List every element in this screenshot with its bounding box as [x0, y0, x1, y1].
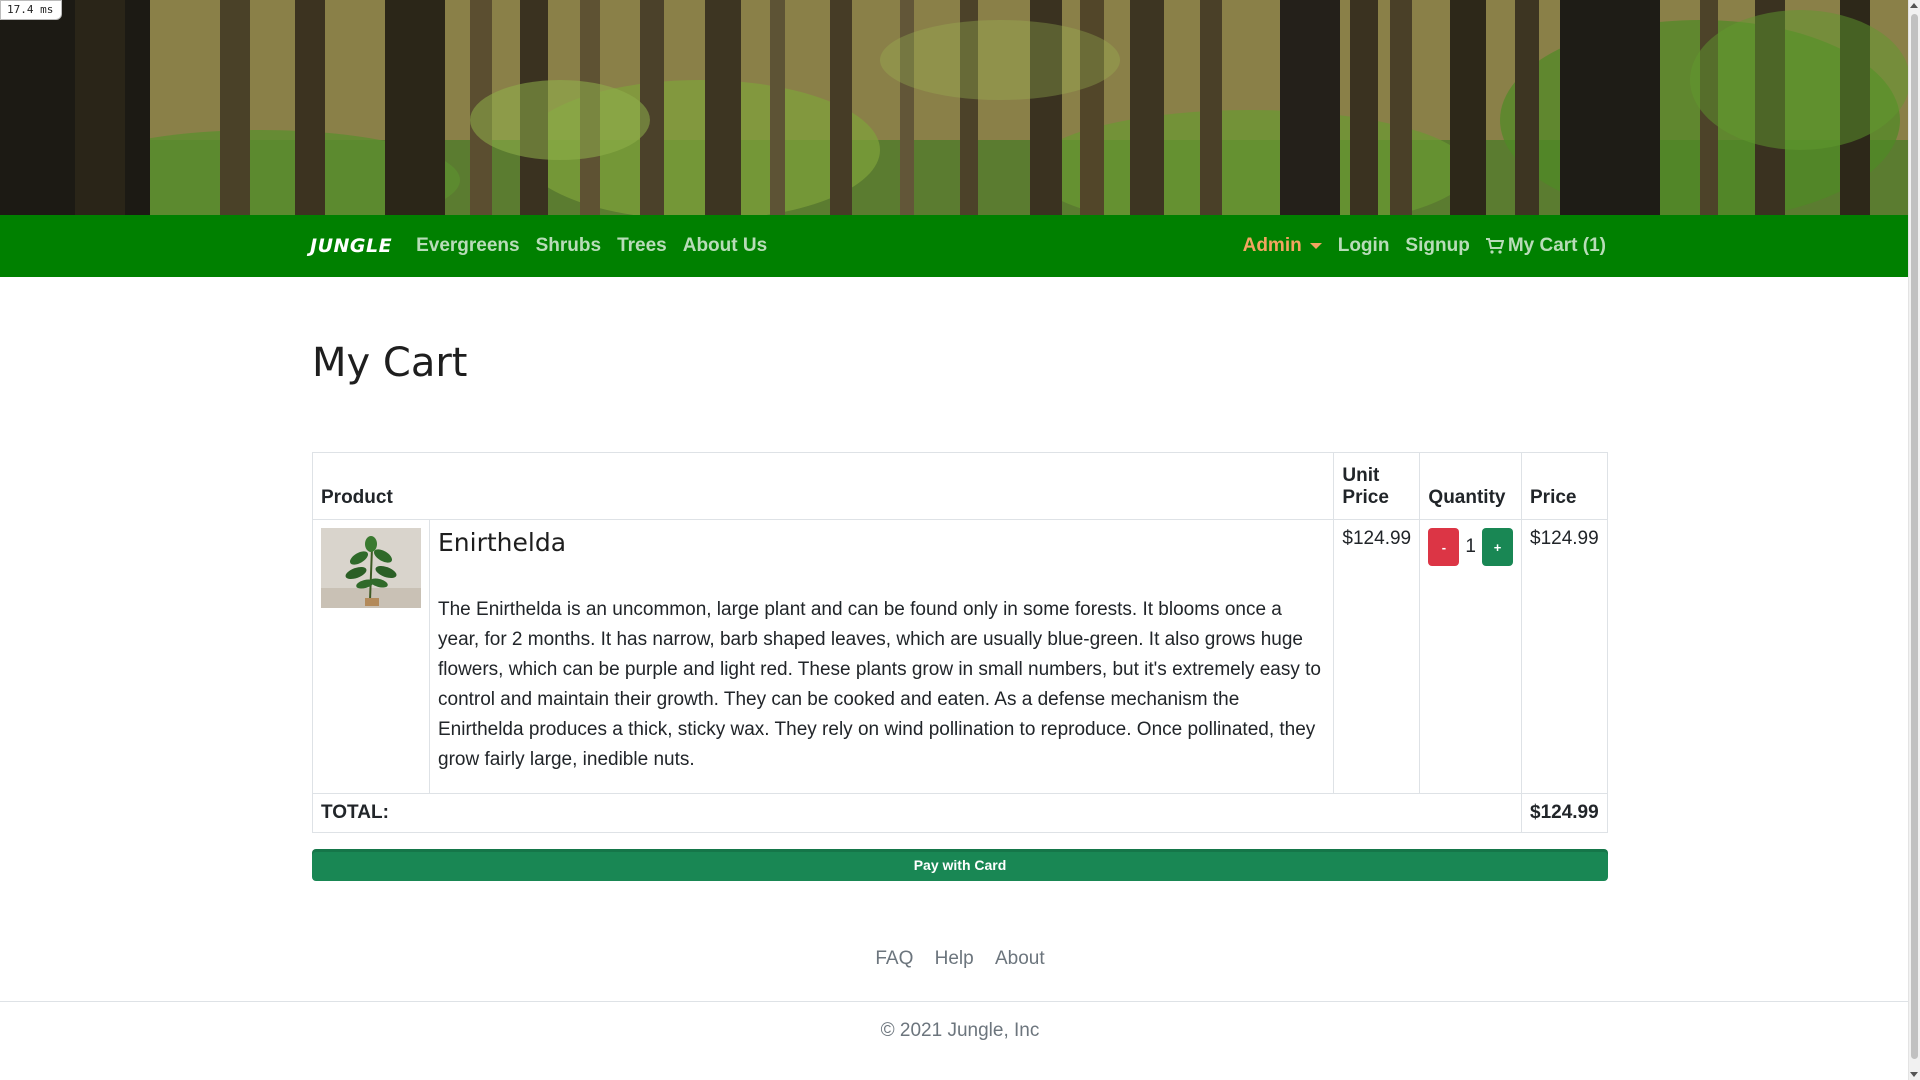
price-cell: $124.99: [1521, 519, 1608, 794]
nav-link-about-us[interactable]: About Us: [683, 235, 767, 257]
product-image[interactable]: [321, 528, 421, 608]
table-header-row: Product Unit Price Quantity Price: [311, 452, 1608, 520]
cart-icon: [1485, 238, 1504, 254]
nav-link-shrubs[interactable]: Shrubs: [536, 235, 601, 257]
nav-link-trees[interactable]: Trees: [617, 235, 667, 257]
brand-logo[interactable]: JUNGLE: [310, 235, 392, 257]
footer-divider: [0, 1001, 1908, 1002]
hero-banner: [0, 0, 1908, 215]
total-value: $124.99: [1521, 793, 1608, 833]
footer-link-help[interactable]: Help: [935, 948, 974, 969]
total-label: TOTAL:: [312, 793, 1522, 833]
forest-image: [0, 0, 1908, 215]
footer-links: FAQ Help About: [0, 948, 1920, 970]
scroll-up-icon[interactable]: [1910, 3, 1918, 8]
login-link[interactable]: Login: [1338, 235, 1390, 257]
chevron-down-icon: [1309, 243, 1322, 249]
unit-price-cell: $124.99: [1333, 519, 1421, 794]
main-content: My Cart Product Unit Price Quantity Pric…: [311, 340, 1608, 881]
my-cart-label: My Cart (1): [1507, 235, 1606, 256]
decrease-quantity-button[interactable]: -: [1428, 528, 1460, 566]
product-thumb-cell: [312, 519, 430, 794]
scrollbar-thumb[interactable]: [1911, 14, 1918, 1059]
render-timer: 17.4 ms: [0, 0, 62, 20]
header-price: Price: [1521, 452, 1608, 520]
vertical-scrollbar[interactable]: [1908, 0, 1920, 1080]
header-product: Product: [311, 452, 1335, 520]
product-name: Enirthelda: [438, 528, 567, 557]
header-quantity: Quantity: [1419, 452, 1522, 520]
table-row: Enirthelda The Enirthelda is an uncommon…: [312, 519, 1608, 794]
quantity-value: 1: [1465, 536, 1476, 557]
admin-dropdown[interactable]: Admin: [1243, 235, 1322, 257]
scroll-down-icon[interactable]: [1910, 1072, 1918, 1077]
header-unit-price: Unit Price: [1333, 452, 1421, 520]
quantity-stepper: - 1 +: [1428, 528, 1513, 566]
nav-right: Admin Login Signup My Cart (1): [1227, 235, 1606, 257]
product-info-cell: Enirthelda The Enirthelda is an uncommon…: [428, 519, 1335, 794]
copyright: © 2021 Jungle, Inc: [880, 1020, 1040, 1041]
footer-link-about[interactable]: About: [995, 948, 1045, 969]
increase-quantity-button[interactable]: +: [1482, 528, 1513, 566]
footer-link-faq[interactable]: FAQ: [875, 948, 913, 969]
my-cart-link[interactable]: My Cart (1): [1485, 235, 1606, 257]
cart-table: Product Unit Price Quantity Price Enirth…: [311, 452, 1608, 833]
page-title: My Cart: [312, 340, 468, 386]
pay-with-card-button[interactable]: Pay with Card: [312, 849, 1608, 881]
admin-label: Admin: [1242, 235, 1302, 256]
navbar: JUNGLE Evergreens Shrubs Trees About Us …: [0, 215, 1908, 277]
nav-link-evergreens[interactable]: Evergreens: [416, 235, 520, 257]
quantity-cell: - 1 +: [1419, 519, 1522, 794]
total-row: TOTAL: $124.99: [312, 793, 1608, 833]
signup-link[interactable]: Signup: [1405, 235, 1469, 257]
product-description: The Enirthelda is an uncommon, large pla…: [438, 599, 1321, 770]
